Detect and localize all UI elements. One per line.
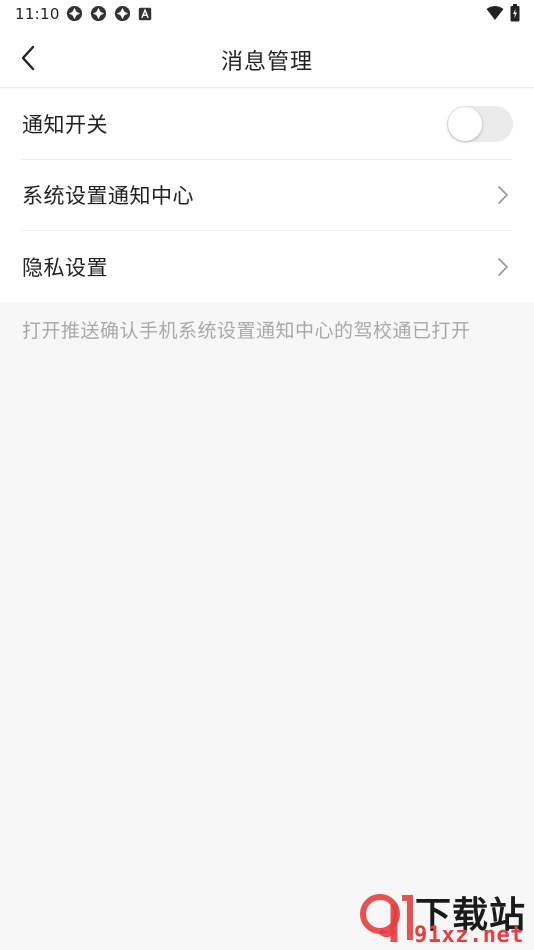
app-notification-icon (114, 5, 131, 22)
keyboard-a-icon (138, 7, 152, 20)
app-notification-icon (66, 5, 83, 22)
battery-icon (510, 4, 520, 22)
settings-item-system-notification-center[interactable]: 系统设置通知中心 (22, 160, 512, 231)
settings-list: 通知开关 系统设置通知中心 隐私设置 (0, 89, 534, 302)
toggle-knob (448, 107, 482, 141)
status-time: 11:10 (15, 5, 60, 23)
status-icons-left (66, 5, 152, 22)
settings-item-label: 隐私设置 (22, 255, 108, 280)
screen: 11:10 消息管理 通知开关 系统设置通知中心 隐私设置 打开推送确认手机系统… (0, 0, 534, 950)
notification-toggle[interactable] (447, 106, 513, 142)
settings-item-label: 通知开关 (22, 113, 108, 137)
status-bar: 11:10 (0, 0, 534, 28)
header: 消息管理 (0, 28, 534, 88)
chevron-right-icon (498, 257, 508, 276)
settings-item-label: 系统设置通知中心 (22, 184, 194, 208)
watermark-logo-icon (360, 894, 413, 942)
chevron-right-icon (498, 186, 508, 204)
watermark: 下载站 91xz.net (358, 886, 530, 948)
settings-item-notification-switch[interactable]: 通知开关 (22, 89, 513, 160)
settings-item-privacy[interactable]: 隐私设置 (22, 231, 512, 302)
page-title: 消息管理 (220, 50, 313, 75)
status-icons-right (486, 4, 520, 22)
app-notification-icon (90, 5, 107, 22)
watermark-url: 91xz.net (414, 923, 524, 948)
hint-text: 打开推送确认手机系统设置通知中心的驾校通已打开 (22, 320, 471, 342)
wifi-icon (486, 6, 504, 20)
